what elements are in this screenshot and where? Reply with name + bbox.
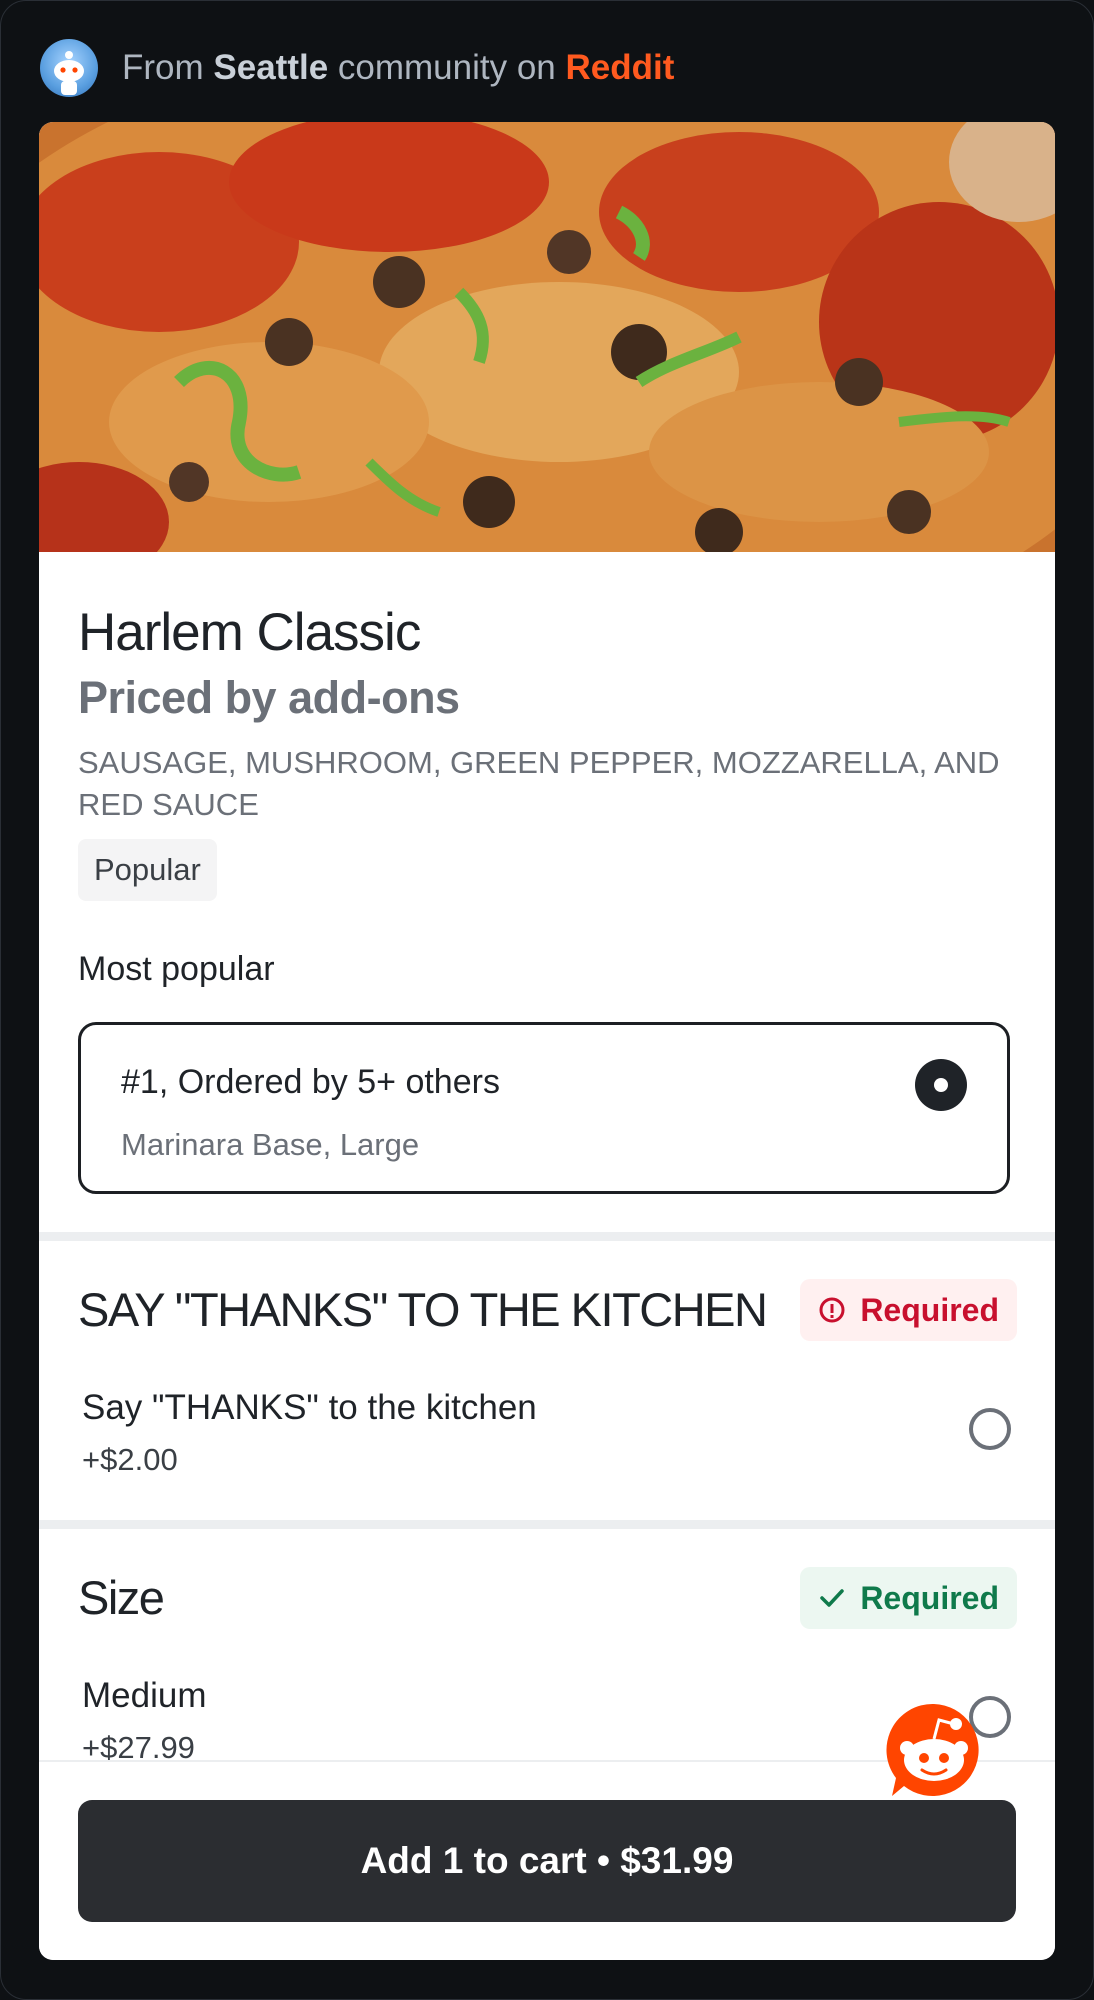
check-icon <box>818 1584 846 1612</box>
size-section-title: Size <box>78 1571 165 1624</box>
thanks-section-title: SAY "THANKS" TO THE KITCHEN <box>78 1283 768 1336</box>
pizza-image <box>39 122 1055 552</box>
required-badge-error: Required <box>800 1279 1017 1341</box>
item-title: Harlem Classic <box>78 603 421 662</box>
source-text: From Seattle community on Reddit <box>122 48 674 88</box>
reddit-avatar-icon <box>40 39 98 97</box>
most-popular-option[interactable]: #1, Ordered by 5+ others Marinara Base, … <box>78 1022 1010 1194</box>
radio-selected-icon[interactable] <box>915 1059 967 1111</box>
size-option-medium-label[interactable]: Medium <box>82 1676 206 1716</box>
platform-name[interactable]: Reddit <box>566 48 675 87</box>
item-detail-card: Harlem Classic Priced by add-ons SAUSAGE… <box>39 122 1055 1960</box>
required-label: Required <box>860 1291 999 1328</box>
thanks-option-price: +$2.00 <box>82 1442 178 1477</box>
thanks-option-label[interactable]: Say "THANKS" to the kitchen <box>82 1388 537 1428</box>
item-subtitle: Priced by add-ons <box>78 672 460 723</box>
section-divider <box>39 1232 1055 1241</box>
add-to-cart-button[interactable]: Add 1 to cart • $31.99 <box>78 1800 1016 1922</box>
most-popular-heading: Most popular <box>78 950 275 988</box>
popular-tag: Popular <box>78 839 217 901</box>
source-prefix: From <box>122 48 204 87</box>
reddit-snoo-icon[interactable] <box>884 1700 984 1800</box>
required-label: Required <box>860 1579 999 1616</box>
item-description: SAUSAGE, MUSHROOM, GREEN PEPPER, MOZZARE… <box>78 745 1000 822</box>
source-middle: community on <box>337 48 556 87</box>
thanks-option-radio[interactable] <box>969 1408 1011 1450</box>
community-name[interactable]: Seattle <box>213 48 328 87</box>
item-content: Harlem Classic Priced by add-ons SAUSAGE… <box>39 552 1055 1882</box>
most-popular-option-subtitle: Marinara Base, Large <box>121 1127 420 1162</box>
section-divider <box>39 1520 1055 1529</box>
source-header: From Seattle community on Reddit <box>40 38 674 98</box>
required-badge-satisfied: Required <box>800 1567 1017 1629</box>
most-popular-option-title: #1, Ordered by 5+ others <box>121 1063 500 1101</box>
info-circle-icon <box>818 1296 846 1324</box>
